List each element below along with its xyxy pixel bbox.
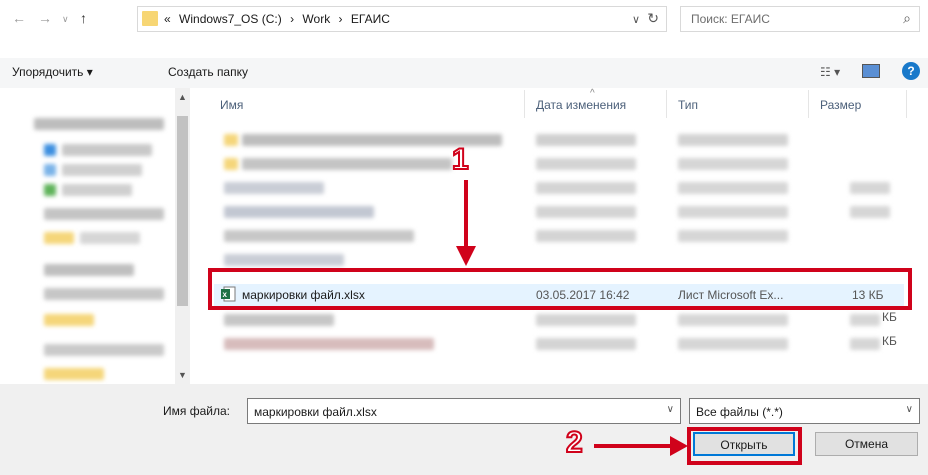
organize-button[interactable]: Упорядочить ▾ xyxy=(12,65,93,79)
folder-icon xyxy=(142,11,158,26)
preview-pane-icon[interactable] xyxy=(862,64,880,78)
nav-scrollbar[interactable]: ▲ ▼ xyxy=(175,88,190,384)
filter-dropdown-icon[interactable]: ∨ xyxy=(906,404,913,415)
address-bar[interactable]: « Windows7_OS (C:) › Work › ЕГАИС ∨ ↻ xyxy=(137,6,667,32)
column-header-date[interactable]: Дата изменения xyxy=(536,98,626,112)
breadcrumb-sep: › xyxy=(290,12,295,26)
help-icon[interactable]: ? xyxy=(902,62,920,80)
view-options-icon[interactable]: ☷ ▾ xyxy=(820,65,840,79)
column-header-name[interactable]: Имя xyxy=(220,98,243,112)
scroll-down-icon[interactable]: ▼ xyxy=(178,370,187,380)
breadcrumb-sep: › xyxy=(338,12,343,26)
filename-value: маркировки файл.xlsx xyxy=(254,405,377,419)
arrow-2-head-icon xyxy=(670,436,688,456)
recent-dropdown-icon[interactable]: ∨ xyxy=(62,14,69,25)
address-dropdown-icon[interactable]: ∨ xyxy=(632,13,640,26)
new-folder-button[interactable]: Создать папку xyxy=(168,65,248,79)
cancel-button[interactable]: Отмена xyxy=(815,432,918,456)
breadcrumb-overflow[interactable]: « xyxy=(164,12,171,26)
up-icon[interactable]: ↑ xyxy=(80,10,87,26)
command-bar: Упорядочить ▾ Создать папку ☷ ▾ ? xyxy=(0,58,928,88)
refresh-icon[interactable]: ↻ xyxy=(647,10,659,27)
highlight-box-open xyxy=(687,427,802,465)
size-partial: КБ xyxy=(882,310,897,324)
filter-value: Все файлы (*.*) xyxy=(696,405,783,419)
highlight-box-file xyxy=(208,268,912,310)
breadcrumb-drive[interactable]: Windows7_OS (C:) xyxy=(179,12,282,26)
scroll-thumb[interactable] xyxy=(177,116,188,306)
forward-icon[interactable]: → xyxy=(38,10,52,26)
search-box[interactable]: Поиск: ЕГАИС ⌕ xyxy=(680,6,920,32)
scroll-up-icon[interactable]: ▲ xyxy=(178,92,187,102)
search-placeholder: Поиск: ЕГАИС xyxy=(691,12,770,26)
arrow-1 xyxy=(464,180,468,250)
breadcrumb: « Windows7_OS (C:) › Work › ЕГАИС xyxy=(164,12,395,26)
size-partial: КБ xyxy=(882,334,897,348)
filename-dropdown-icon[interactable]: ∨ xyxy=(667,404,674,415)
arrow-2 xyxy=(594,444,674,448)
breadcrumb-work[interactable]: Work xyxy=(302,12,330,26)
column-header-size[interactable]: Размер xyxy=(820,98,861,112)
step-marker-2: 2 xyxy=(565,425,584,460)
arrow-1-head-icon xyxy=(456,246,476,266)
filename-input[interactable]: маркировки файл.xlsx ∨ xyxy=(247,398,681,424)
column-header-type[interactable]: Тип xyxy=(678,98,698,112)
search-icon[interactable]: ⌕ xyxy=(903,10,911,27)
file-type-filter[interactable]: Все файлы (*.*) ∨ xyxy=(689,398,920,424)
file-list: ^ Имя Дата изменения Тип Размер КБ КБ x … xyxy=(190,88,928,384)
step-marker-1: 1 xyxy=(451,142,470,177)
filename-label: Имя файла: xyxy=(163,404,230,418)
breadcrumb-egais[interactable]: ЕГАИС xyxy=(351,12,390,26)
back-icon[interactable]: ← xyxy=(12,10,26,26)
navigation-pane: ▲ ▼ xyxy=(0,88,190,384)
